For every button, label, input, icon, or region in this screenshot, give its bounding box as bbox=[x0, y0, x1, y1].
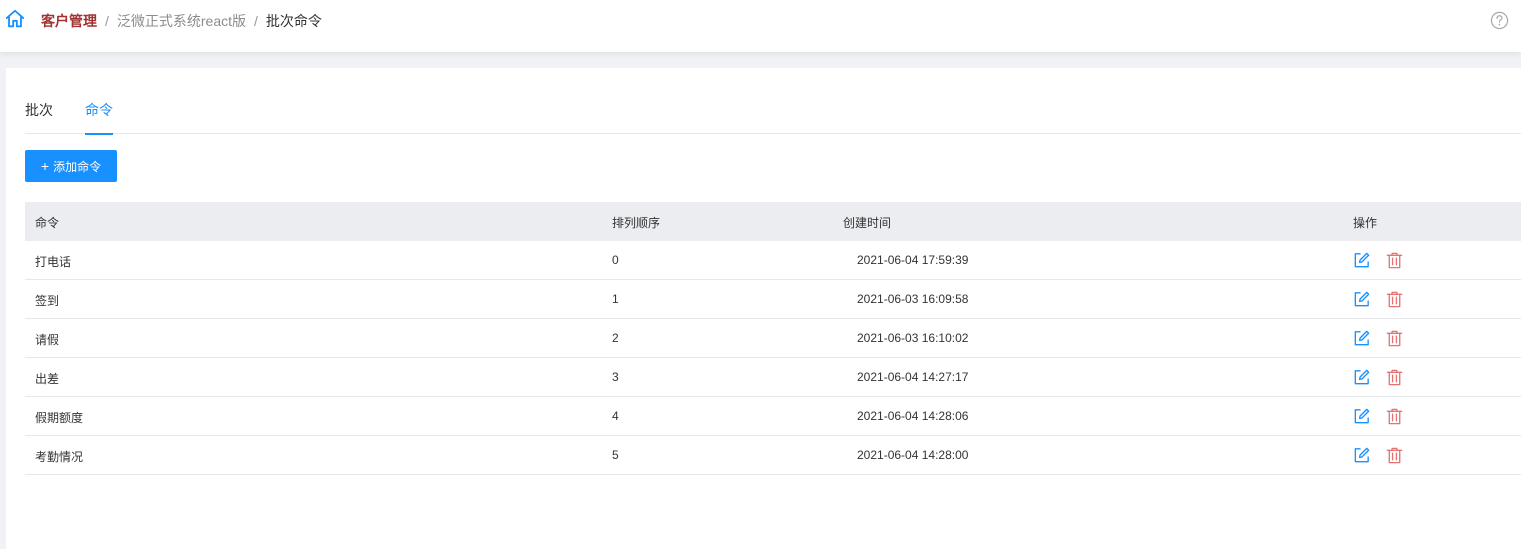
cell-order: 5 bbox=[612, 448, 619, 462]
trash-icon[interactable] bbox=[1385, 407, 1404, 426]
cell-order: 0 bbox=[612, 253, 619, 267]
help-circle-icon[interactable] bbox=[1490, 11, 1509, 30]
edit-icon[interactable] bbox=[1352, 290, 1371, 309]
command-table: 命令 排列顺序 创建时间 操作 打电话 0 2021-06-04 17:59:3… bbox=[25, 202, 1521, 475]
breadcrumb-item-system[interactable]: 泛微正式系统react版 bbox=[117, 11, 246, 31]
table-header: 命令 排列顺序 创建时间 操作 bbox=[25, 202, 1521, 241]
add-command-button[interactable]: + 添加命令 bbox=[25, 150, 117, 182]
breadcrumb-separator: / bbox=[254, 13, 258, 29]
cell-created: 2021-06-04 14:28:06 bbox=[857, 409, 969, 423]
cell-command: 考勤情况 bbox=[35, 450, 84, 464]
breadcrumb: 客户管理 / 泛微正式系统react版 / 批次命令 bbox=[41, 11, 322, 31]
cell-order: 3 bbox=[612, 370, 619, 384]
column-header-created: 创建时间 bbox=[843, 216, 892, 230]
table-row: 考勤情况 5 2021-06-04 14:28:00 bbox=[25, 436, 1521, 475]
table-row: 出差 3 2021-06-04 14:27:17 bbox=[25, 358, 1521, 397]
tab-bar: 批次 命令 bbox=[25, 100, 1521, 135]
row-actions bbox=[1352, 446, 1404, 465]
trash-icon[interactable] bbox=[1385, 368, 1404, 387]
cell-order: 4 bbox=[612, 409, 619, 423]
table-body: 打电话 0 2021-06-04 17:59:39 签到 1 2021-06-0… bbox=[25, 241, 1521, 475]
row-actions bbox=[1352, 329, 1404, 348]
cell-created: 2021-06-04 14:27:17 bbox=[857, 370, 969, 384]
trash-icon[interactable] bbox=[1385, 251, 1404, 270]
trash-icon[interactable] bbox=[1385, 329, 1404, 348]
trash-icon[interactable] bbox=[1385, 446, 1404, 465]
cell-created: 2021-06-03 16:09:58 bbox=[857, 292, 969, 306]
column-header-actions: 操作 bbox=[1353, 216, 1378, 230]
trash-icon[interactable] bbox=[1385, 290, 1404, 309]
cell-command: 假期额度 bbox=[35, 411, 84, 425]
cell-order: 1 bbox=[612, 292, 619, 306]
row-actions bbox=[1352, 290, 1404, 309]
plus-icon: + bbox=[40, 158, 50, 174]
cell-command: 打电话 bbox=[35, 255, 72, 269]
row-actions bbox=[1352, 251, 1404, 270]
row-actions bbox=[1352, 368, 1404, 387]
cell-created: 2021-06-04 17:59:39 bbox=[857, 253, 969, 267]
edit-icon[interactable] bbox=[1352, 446, 1371, 465]
add-command-label: 添加命令 bbox=[53, 159, 102, 174]
edit-icon[interactable] bbox=[1352, 251, 1371, 270]
table-row: 假期额度 4 2021-06-04 14:28:06 bbox=[25, 397, 1521, 436]
table-row: 签到 1 2021-06-03 16:09:58 bbox=[25, 280, 1521, 319]
breadcrumb-item-current: 批次命令 bbox=[265, 13, 322, 29]
cell-order: 2 bbox=[612, 331, 619, 345]
breadcrumb-item-customer-management[interactable]: 客户管理 bbox=[41, 11, 97, 31]
cell-command: 请假 bbox=[35, 333, 60, 347]
cell-command: 签到 bbox=[35, 294, 60, 308]
cell-created: 2021-06-04 14:28:00 bbox=[857, 448, 969, 462]
top-bar: 客户管理 / 泛微正式系统react版 / 批次命令 bbox=[0, 0, 1521, 52]
content-card: 批次 命令 + 添加命令 命令 排列顺序 创建时间 操作 打电话 0 2021-… bbox=[6, 68, 1521, 549]
breadcrumb-separator: / bbox=[105, 13, 109, 29]
table-row: 打电话 0 2021-06-04 17:59:39 bbox=[25, 241, 1521, 280]
edit-icon[interactable] bbox=[1352, 368, 1371, 387]
cell-created: 2021-06-03 16:10:02 bbox=[857, 331, 969, 345]
edit-icon[interactable] bbox=[1352, 329, 1371, 348]
cell-command: 出差 bbox=[35, 372, 60, 386]
column-header-order: 排列顺序 bbox=[612, 216, 661, 230]
row-actions bbox=[1352, 407, 1404, 426]
tab-command[interactable]: 命令 bbox=[85, 100, 113, 135]
column-header-command: 命令 bbox=[35, 216, 60, 230]
home-icon[interactable] bbox=[4, 8, 26, 30]
tab-batch[interactable]: 批次 bbox=[25, 100, 53, 134]
edit-icon[interactable] bbox=[1352, 407, 1371, 426]
table-row: 请假 2 2021-06-03 16:10:02 bbox=[25, 319, 1521, 358]
